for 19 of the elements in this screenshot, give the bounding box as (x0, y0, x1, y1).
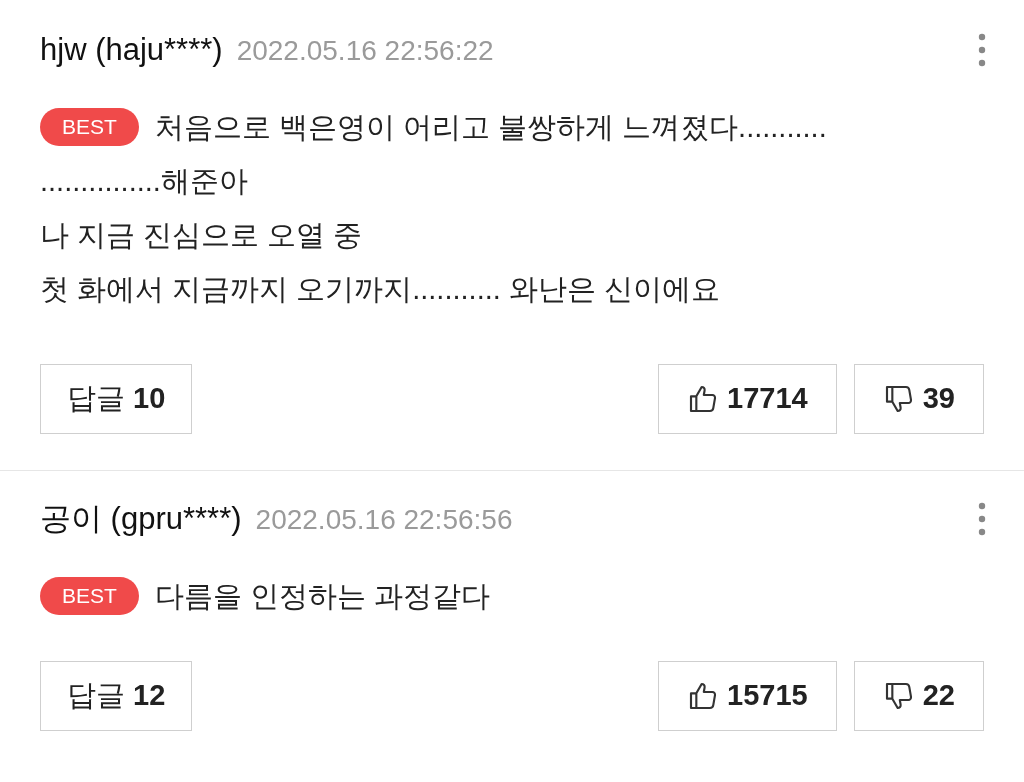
timestamp: 2022.05.16 22:56:56 (255, 502, 513, 537)
more-options-icon[interactable] (978, 33, 986, 67)
best-badge: BEST (40, 108, 139, 146)
comment-text: 나 지금 진심으로 오열 중 (40, 218, 363, 253)
dislike-button[interactable]: 22 (853, 661, 984, 731)
comment-text: 처음으로 백은영이 어리고 불쌍하게 느껴졌다........... (154, 110, 827, 145)
username: hjw (haju****) (40, 30, 223, 69)
comment-text: 다름을 인정하는 과정같다 (154, 579, 490, 614)
timestamp: 2022.05.16 22:56:22 (236, 33, 494, 68)
username: 공이 (gpru****) (40, 499, 242, 538)
comment-text: ...............해준아 (40, 164, 248, 199)
like-button[interactable]: 15715 (658, 661, 837, 731)
comment-text: 첫 화에서 지금까지 오기까지........... 와난은 신이에요 (40, 272, 720, 307)
best-badge: BEST (40, 577, 139, 615)
dislike-button[interactable]: 39 (853, 364, 984, 434)
reply-button[interactable]: 답글 12 (40, 661, 193, 731)
like-button[interactable]: 17714 (658, 364, 837, 434)
more-options-icon[interactable] (978, 502, 986, 536)
reply-button[interactable]: 답글 10 (40, 364, 193, 434)
